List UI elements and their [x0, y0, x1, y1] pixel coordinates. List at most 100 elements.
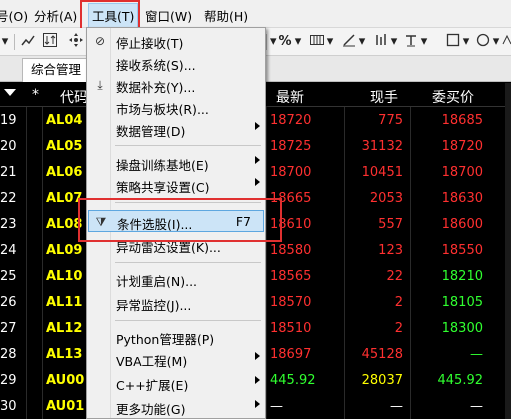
- menu-separator: [115, 145, 261, 146]
- rectangle-tool-icon[interactable]: [444, 32, 462, 52]
- dropdown-arrow-icon[interactable]: ▾: [492, 32, 500, 52]
- header-star[interactable]: *: [32, 87, 39, 103]
- row-last-price: 18510: [270, 321, 312, 336]
- row-volume: 123: [378, 243, 403, 258]
- menu-item-label: 更多功能(G): [116, 402, 186, 417]
- row-volume: 10451: [361, 165, 403, 180]
- menu-window[interactable]: 窗口(W): [145, 6, 192, 25]
- menu-item-label: 操盘训练基地(E): [116, 158, 209, 173]
- row-index: 21: [0, 165, 17, 180]
- table-tool-icon[interactable]: [308, 32, 326, 52]
- dropdown-arrow-icon[interactable]: ▾: [358, 32, 366, 52]
- row-index: 28: [0, 347, 17, 362]
- row-code: AL09: [46, 243, 83, 258]
- dropdown-arrow-icon[interactable]: ▾: [390, 32, 398, 52]
- menu-option[interactable]: 号(O): [0, 6, 28, 25]
- row-volume: 2: [394, 321, 403, 336]
- dropdown-arrow-icon[interactable]: ▾: [462, 32, 470, 52]
- submenu-arrow-icon: [255, 156, 260, 164]
- text-tool-icon[interactable]: [402, 32, 420, 52]
- toolbar-separator: [266, 34, 267, 50]
- row-volume: 22: [386, 269, 403, 284]
- row-volume: 31132: [361, 139, 403, 154]
- row-code: AL05: [46, 139, 83, 154]
- row-last-price: 18720: [270, 113, 312, 128]
- row-code: AL08: [46, 217, 83, 232]
- move-tool-icon[interactable]: [66, 32, 86, 52]
- menu-separator: [115, 262, 261, 263]
- antenna-icon: ⊘: [94, 34, 106, 48]
- menu-item-cpp-extension[interactable]: C++扩展(E): [88, 372, 264, 394]
- bar-style-icon[interactable]: [372, 32, 390, 52]
- dropdown-arrow-icon[interactable]: ▾: [0, 32, 10, 52]
- swap-tool-icon[interactable]: [40, 32, 60, 52]
- row-index: 24: [0, 243, 17, 258]
- polyline-tool-icon[interactable]: [502, 32, 511, 52]
- menu-item-strategy-sharing[interactable]: 策略共享设置(C): [88, 174, 264, 196]
- header-volume[interactable]: 现手: [370, 87, 398, 107]
- menu-item-label: VBA工程(M): [116, 354, 188, 369]
- row-index: 22: [0, 191, 17, 206]
- row-volume: 45128: [361, 347, 403, 362]
- toolbar-separator: [14, 34, 15, 50]
- row-last-price: 445.92: [270, 373, 316, 388]
- menu-separator: [115, 320, 261, 321]
- menu-item-label: 策略共享设置(C): [116, 180, 210, 195]
- row-code: AU00: [46, 373, 85, 388]
- chart-tool-icon[interactable]: [18, 32, 38, 52]
- row-last-price: 18565: [270, 269, 312, 284]
- row-bid-price: —: [470, 399, 483, 414]
- menu-item-market-sector[interactable]: 市场与板块(R)...: [88, 96, 264, 118]
- row-bid-price: 18685: [441, 113, 483, 128]
- menu-item-label: 数据补充(Y)...: [116, 80, 196, 95]
- menu-item-label: Python管理器(P): [116, 332, 215, 347]
- menu-item-scheduled-restart[interactable]: 计划重启(N)...: [88, 268, 264, 290]
- download-icon: ⤓: [97, 78, 103, 92]
- menu-item-label: 计划重启(N)...: [116, 274, 198, 289]
- percent-button[interactable]: %: [278, 32, 292, 52]
- menu-item-trading-training[interactable]: 操盘训练基地(E): [88, 152, 264, 174]
- header-code[interactable]: 代码: [60, 87, 88, 107]
- row-code: AL07: [46, 191, 83, 206]
- menu-item-exception-monitor[interactable]: 异常监控(J)...: [88, 292, 264, 314]
- vertical-scrollbar[interactable]: [505, 83, 511, 419]
- menu-item-label: C++扩展(E): [116, 378, 189, 393]
- submenu-arrow-icon: [255, 376, 260, 384]
- dropdown-arrow-icon[interactable]: ▾: [270, 32, 277, 52]
- row-code: AL10: [46, 269, 83, 284]
- dropdown-arrow-icon[interactable]: ▾: [420, 32, 428, 52]
- menu-item-label: 数据管理(D): [116, 124, 186, 139]
- header-last-price[interactable]: 最新: [276, 87, 304, 107]
- row-volume: 28037: [361, 373, 403, 388]
- menu-item-data-supplement[interactable]: ⤓ 数据补充(Y)...: [88, 74, 264, 96]
- row-bid-price: 18600: [441, 217, 483, 232]
- menu-item-data-management[interactable]: 数据管理(D): [88, 118, 264, 140]
- menu-item-python-manager[interactable]: Python管理器(P): [88, 326, 264, 348]
- row-bid-price: 18300: [441, 321, 483, 336]
- row-bid-price: 18630: [441, 191, 483, 206]
- row-bid-price: 18700: [441, 165, 483, 180]
- menu-item-stop-receive[interactable]: ⊘ 停止接收(T): [88, 30, 264, 52]
- menu-item-receive-system[interactable]: 接收系统(S)...: [88, 52, 264, 74]
- submenu-arrow-icon: [255, 122, 260, 130]
- menu-item-more-functions[interactable]: 更多功能(G): [88, 396, 264, 418]
- row-bid-price: 18105: [441, 295, 483, 310]
- menu-item-label: 停止接收(T): [116, 36, 184, 51]
- row-index: 25: [0, 269, 17, 284]
- sort-arrow-icon[interactable]: [4, 89, 16, 96]
- menu-item-vba-project[interactable]: VBA工程(M): [88, 348, 264, 370]
- circle-tool-icon[interactable]: [474, 32, 492, 52]
- row-code: AL04: [46, 113, 83, 128]
- draw-line-icon[interactable]: [340, 32, 358, 52]
- menu-bar: 号(O) 分析(A) 工具(T) 窗口(W) 帮助(H): [0, 0, 511, 28]
- menu-help[interactable]: 帮助(H): [204, 6, 248, 25]
- row-last-price: 18570: [270, 295, 312, 310]
- row-index: 19: [0, 113, 17, 128]
- row-code: AL06: [46, 165, 83, 180]
- tab-comprehensive-management[interactable]: 综合管理: [22, 58, 91, 82]
- dropdown-arrow-icon[interactable]: ▾: [294, 32, 302, 52]
- header-bid-price[interactable]: 委买价: [432, 87, 474, 107]
- dropdown-arrow-icon[interactable]: ▾: [326, 32, 334, 52]
- menu-analysis[interactable]: 分析(A): [34, 6, 77, 25]
- row-last-price: —: [270, 399, 283, 414]
